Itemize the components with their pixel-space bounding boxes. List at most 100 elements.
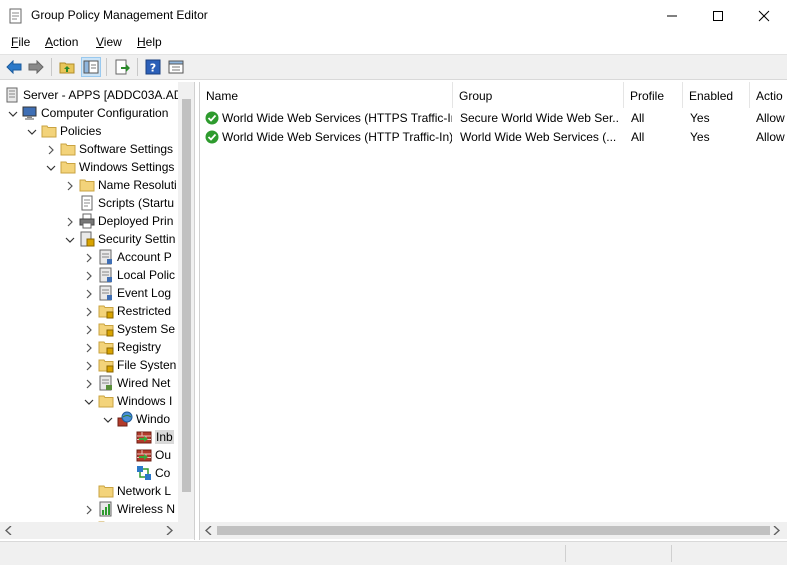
- chevron-right-icon[interactable]: [84, 342, 94, 353]
- folder-icon: [98, 393, 114, 409]
- tree-item-inbound-rules[interactable]: Inb: [0, 428, 178, 446]
- rules-list[interactable]: Name Group Profile Enabled Actio World W…: [199, 82, 787, 540]
- tree-vertical-scrollbar[interactable]: [178, 82, 194, 522]
- menu-view[interactable]: View: [96, 35, 122, 49]
- close-button[interactable]: [741, 0, 787, 32]
- chevron-down-icon[interactable]: [46, 162, 56, 172]
- tree-item-policies[interactable]: Policies: [0, 122, 178, 140]
- chevron-right-icon[interactable]: [84, 324, 94, 335]
- tree-item-computer-configuration[interactable]: Computer Configuration: [0, 104, 178, 122]
- tree-item-software-settings[interactable]: Software Settings: [0, 140, 178, 158]
- chevron-right-icon[interactable]: [46, 144, 56, 155]
- menu-file[interactable]: File: [11, 35, 30, 49]
- tree-item-security-settings[interactable]: Security Settin: [0, 230, 178, 248]
- rule-name: World Wide Web Services (HTTP Traffic-In…: [222, 130, 452, 144]
- tree-item-wireless-network[interactable]: Wireless N: [0, 500, 178, 518]
- properties-pane-icon: [168, 60, 184, 74]
- chevron-down-icon[interactable]: [65, 234, 75, 244]
- show-hide-tree-button[interactable]: [81, 57, 101, 77]
- menu-bar: File Action View Help: [0, 32, 787, 54]
- help-button[interactable]: ?: [143, 57, 163, 77]
- tree-item-label: Registry: [117, 340, 162, 354]
- tree-item-wired-network[interactable]: Wired Net: [0, 374, 178, 392]
- maximize-button[interactable]: [695, 0, 741, 32]
- connsec-icon: [136, 465, 152, 481]
- export-list-button[interactable]: [112, 57, 132, 77]
- up-folder-icon: [59, 62, 75, 74]
- tree-item-restricted-groups[interactable]: Restricted: [0, 302, 178, 320]
- chevron-right-icon[interactable]: [84, 252, 94, 263]
- window-title: Group Policy Management Editor: [31, 8, 208, 22]
- tree-item-system-services[interactable]: System Se: [0, 320, 178, 338]
- rule-action: Allow: [756, 130, 785, 144]
- properties-pane-button[interactable]: [166, 57, 186, 77]
- tree-item-connection-security-rules[interactable]: Co: [0, 464, 178, 482]
- show-hide-tree-icon: [83, 60, 99, 74]
- enabled-rule-icon: [205, 111, 219, 125]
- rule-enabled: Yes: [690, 130, 710, 144]
- up-one-level-button[interactable]: [57, 57, 77, 77]
- chevron-down-icon[interactable]: [27, 126, 37, 136]
- tree-horizontal-scrollbar[interactable]: [0, 522, 194, 539]
- chevron-right-icon[interactable]: [65, 216, 75, 227]
- tree-item-local-policies[interactable]: Local Polic: [0, 266, 178, 284]
- table-row[interactable]: World Wide Web Services (HTTP Traffic-In…: [200, 128, 787, 147]
- tree-item-windows-firewall[interactable]: Windows I: [0, 392, 178, 410]
- column-header-profile[interactable]: Profile: [624, 82, 683, 108]
- chevron-right-icon[interactable]: [84, 288, 94, 299]
- list-scroll-thumb[interactable]: [217, 526, 770, 535]
- chevron-down-icon[interactable]: [84, 396, 94, 406]
- column-header-enabled[interactable]: Enabled: [683, 82, 750, 108]
- tree-item-label: Network L: [117, 484, 172, 498]
- rule-group: World Wide Web Services (...: [460, 130, 617, 144]
- tree-item-file-system[interactable]: File Systen: [0, 356, 178, 374]
- chevron-down-icon[interactable]: [8, 108, 18, 118]
- tree-scroll-thumb[interactable]: [182, 99, 191, 492]
- policy-icon: [98, 249, 114, 265]
- chevron-right-icon[interactable]: [84, 504, 94, 515]
- script-icon: [79, 195, 95, 211]
- tree-item-event-log[interactable]: Event Log: [0, 284, 178, 302]
- forward-button[interactable]: [26, 57, 46, 77]
- tree-item-deployed-printers[interactable]: Deployed Prin: [0, 212, 178, 230]
- column-header-group[interactable]: Group: [453, 82, 624, 108]
- lockfolder-icon: [98, 357, 114, 373]
- scroll-right-icon: [166, 526, 173, 535]
- tree-item-outbound-rules[interactable]: Ou: [0, 446, 178, 464]
- tree-item-account-policies[interactable]: Account P: [0, 248, 178, 266]
- table-row[interactable]: World Wide Web Services (HTTPS Traffic-I…: [200, 109, 787, 128]
- back-button[interactable]: [4, 57, 24, 77]
- tree-item-registry[interactable]: Registry: [0, 338, 178, 356]
- tree-item-windows-settings[interactable]: Windows Settings: [0, 158, 178, 176]
- tree-item-server-apps[interactable]: Server - APPS [ADDC03A.AD: [0, 86, 178, 104]
- menu-help[interactable]: Help: [137, 35, 162, 49]
- chevron-right-icon[interactable]: [65, 180, 75, 191]
- folder-icon: [98, 483, 114, 499]
- tree-item-label: Wired Net: [117, 376, 171, 390]
- tree-item-scripts[interactable]: Scripts (Startu: [0, 194, 178, 212]
- tree-item-label: Windows I: [117, 394, 173, 408]
- chevron-right-icon[interactable]: [84, 306, 94, 317]
- chevron-down-icon[interactable]: [103, 414, 113, 424]
- tree-item-windows-firewall-policy[interactable]: Windo: [0, 410, 178, 428]
- column-header-action[interactable]: Actio: [750, 82, 787, 108]
- column-header-name[interactable]: Name: [200, 82, 453, 108]
- help-icon: ?: [145, 59, 161, 75]
- column-header-label: Profile: [630, 89, 665, 103]
- minimize-icon: [667, 15, 677, 17]
- folder-icon: [60, 141, 76, 157]
- chevron-right-icon[interactable]: [84, 270, 94, 281]
- chevron-right-icon[interactable]: [84, 378, 94, 389]
- console-tree[interactable]: Server - APPS [ADDC03A.AD Computer Config…: [0, 82, 195, 540]
- close-icon: [758, 10, 770, 22]
- chevron-right-icon[interactable]: [84, 360, 94, 371]
- tree-item-network-list[interactable]: Network L: [0, 482, 178, 500]
- tree-item-label: Scripts (Startu: [98, 196, 175, 210]
- folder-icon: [79, 177, 95, 193]
- minimize-button[interactable]: [649, 0, 695, 32]
- menu-action[interactable]: Action: [45, 35, 78, 49]
- rule-action: Allow: [756, 111, 785, 125]
- rule-group: Secure World Wide Web Ser...: [460, 111, 620, 125]
- list-horizontal-scrollbar[interactable]: [200, 522, 787, 539]
- tree-item-name-resolution[interactable]: Name Resoluti: [0, 176, 178, 194]
